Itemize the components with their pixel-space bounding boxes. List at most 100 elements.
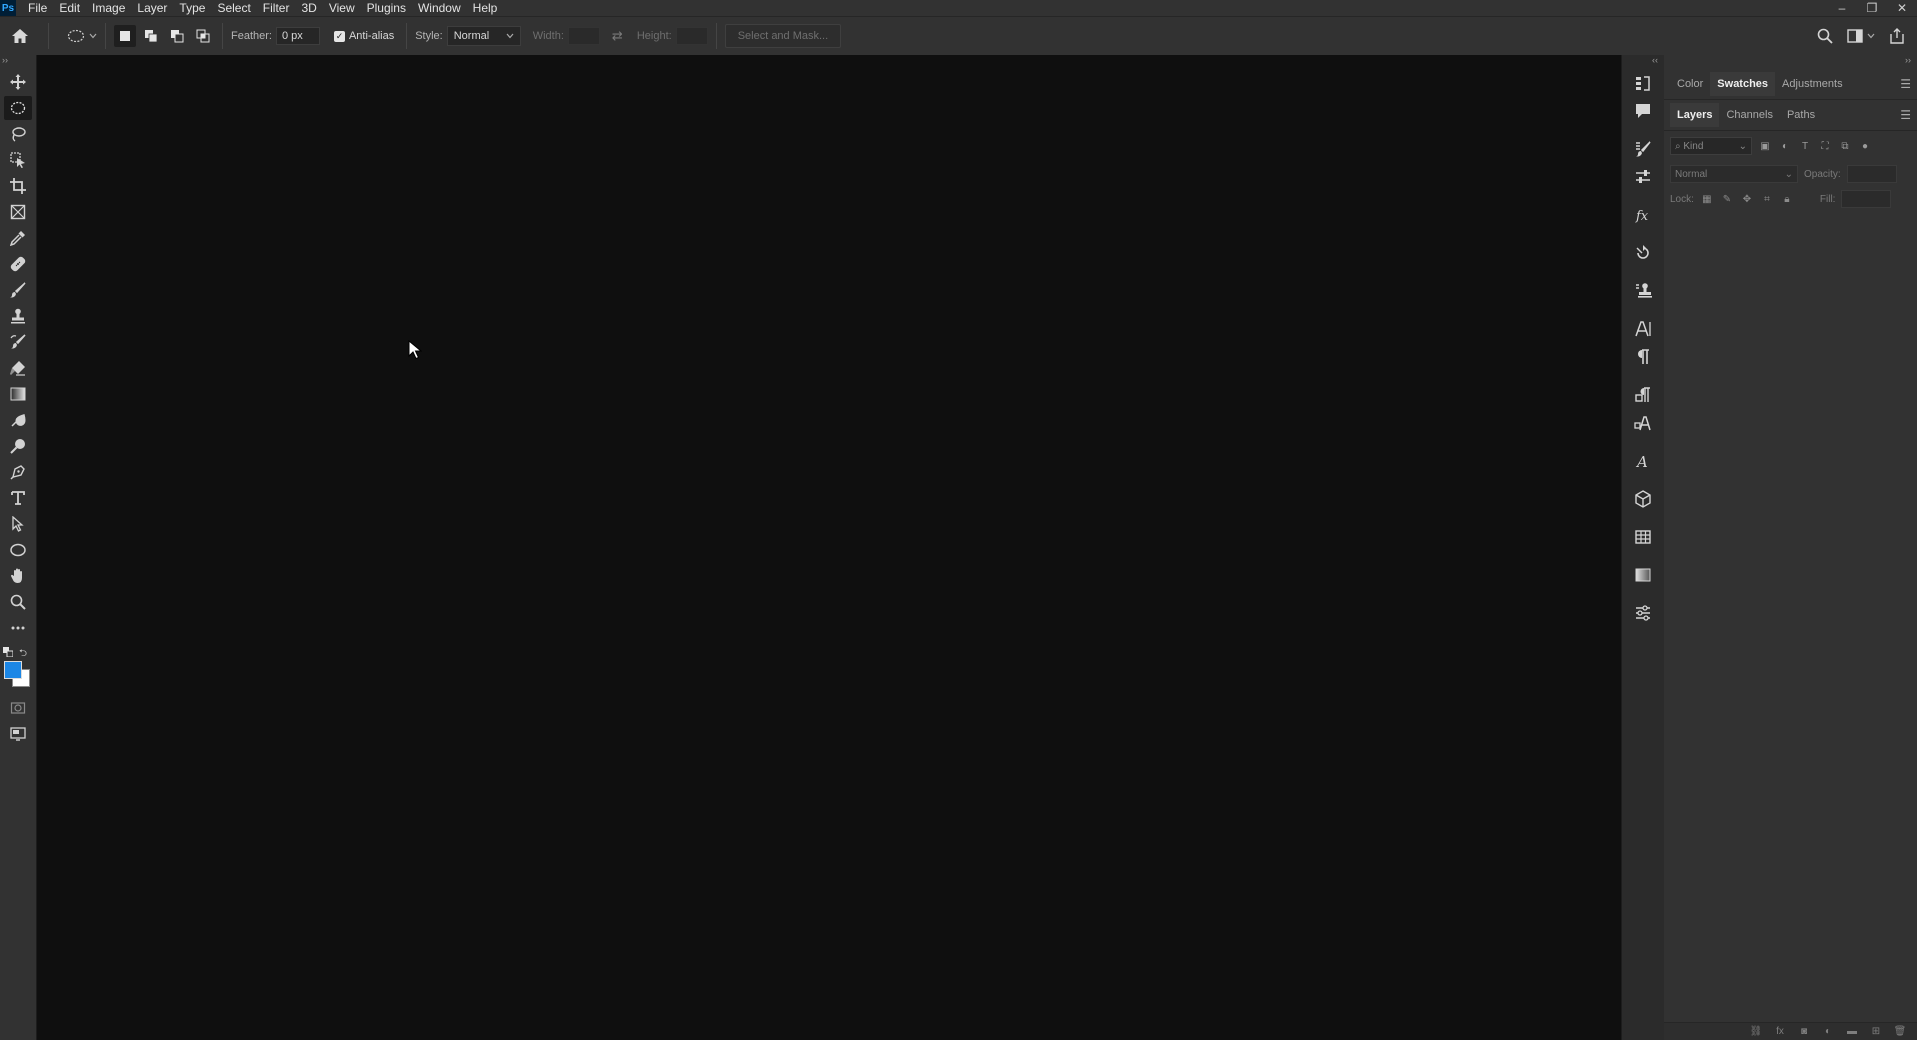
workspace-switcher[interactable] [1847,29,1875,43]
quick-mask-button[interactable] [0,695,36,721]
filter-pixel-icon[interactable]: ▣ [1758,139,1772,153]
tab-paths[interactable]: Paths [1780,103,1822,127]
new-group-icon[interactable]: ▬ [1845,1026,1859,1038]
dodge-tool[interactable] [0,433,36,459]
blur-tool[interactable] [0,407,36,433]
gradients-panel-button[interactable] [1622,561,1664,589]
filter-smart-object-icon[interactable]: ⧉ [1838,139,1852,153]
panel-menu-icon[interactable]: ☰ [1900,77,1911,91]
close-button[interactable]: ✕ [1887,0,1917,16]
filter-kind-select[interactable]: ⌕ Kind ⌄ [1670,137,1752,155]
minimize-button[interactable]: – [1827,0,1857,16]
lock-position-icon[interactable]: ✥ [1740,192,1754,206]
move-tool[interactable] [0,69,36,95]
type-tool[interactable] [0,485,36,511]
share-icon[interactable] [1889,28,1905,44]
menu-filter[interactable]: Filter [257,0,296,16]
home-button[interactable] [0,28,40,44]
tab-color[interactable]: Color [1670,72,1710,96]
tab-channels[interactable]: Channels [1719,103,1779,127]
width-input[interactable] [567,27,600,45]
select-and-mask-button[interactable]: Select and Mask... [724,24,842,48]
lock-all-icon[interactable]: 🔒︎ [1780,192,1794,206]
intersect-selection-button[interactable] [192,25,214,47]
path-selection-tool[interactable] [0,511,36,537]
new-selection-button[interactable] [114,25,136,47]
eraser-tool[interactable] [0,355,36,381]
feather-input[interactable] [275,27,320,45]
filter-adjustment-icon[interactable]: ◐ [1778,139,1792,153]
tab-adjustments[interactable]: Adjustments [1775,72,1850,96]
tab-swatches[interactable]: Swatches [1710,72,1776,96]
timeline-panel-button[interactable] [1622,523,1664,551]
filter-toggle-icon[interactable]: ● [1858,139,1872,153]
spot-healing-tool[interactable] [0,251,36,277]
swap-dimensions-icon[interactable]: ⇄ [612,28,623,44]
tab-layers[interactable]: Layers [1670,103,1720,127]
default-colors-icon[interactable] [3,647,13,657]
menu-plugins[interactable]: Plugins [361,0,412,16]
styles-panel-button[interactable]: fx [1622,201,1664,229]
menu-image[interactable]: Image [86,0,131,16]
paragraph-styles-panel-button[interactable] [1622,381,1664,409]
lock-image-icon[interactable]: ✎ [1720,192,1734,206]
clone-source-panel-button[interactable] [1622,277,1664,305]
menu-3d[interactable]: 3D [295,0,322,16]
frame-tool[interactable] [0,199,36,225]
character-panel-button[interactable] [1622,315,1664,343]
collapse-dock-icon[interactable]: ‹‹ [1622,55,1664,69]
document-canvas-area[interactable] [37,55,1621,1040]
restore-button[interactable]: ❐ [1857,0,1887,16]
style-select[interactable]: Normal [446,26,521,46]
lasso-tool[interactable] [0,121,36,147]
screen-mode-button[interactable] [0,721,36,747]
menu-select[interactable]: Select [211,0,256,16]
delete-layer-icon[interactable]: 🗑︎ [1893,1026,1907,1038]
glyphs-panel-button[interactable]: A [1622,447,1664,475]
opacity-input[interactable] [1846,165,1897,183]
history-brush-tool[interactable] [0,329,36,355]
3d-panel-button[interactable] [1622,485,1664,513]
filter-type-icon[interactable]: T [1798,139,1812,153]
menu-help[interactable]: Help [467,0,504,16]
adjustment-layer-icon[interactable]: ◐ [1821,1026,1835,1038]
paragraph-panel-button[interactable] [1622,343,1664,371]
foreground-color-swatch[interactable] [4,661,22,679]
history-panel-button[interactable] [1622,69,1664,97]
collapse-toolbar-icon[interactable]: ›› [0,55,36,69]
filter-shape-icon[interactable]: ⛶ [1818,139,1832,153]
ellipse-tool[interactable] [0,537,36,563]
height-input[interactable] [675,27,708,45]
clone-stamp-tool[interactable] [0,303,36,329]
elliptical-marquee-tool[interactable] [0,95,36,121]
gradient-tool[interactable] [0,381,36,407]
eyedropper-tool[interactable] [0,225,36,251]
menu-type[interactable]: Type [173,0,211,16]
actions-panel-button[interactable] [1622,239,1664,267]
add-selection-button[interactable] [140,25,162,47]
hand-tool[interactable] [0,563,36,589]
lock-artboard-icon[interactable]: ⌗ [1760,192,1774,206]
lock-transparent-icon[interactable]: ▦ [1700,192,1714,206]
comments-panel-button[interactable] [1622,97,1664,125]
link-layers-icon[interactable]: ⛓ [1749,1026,1763,1038]
collapse-panels-icon[interactable]: ›› [1664,55,1917,69]
panel-menu-icon[interactable]: ☰ [1900,108,1911,122]
crop-tool[interactable] [0,173,36,199]
properties-panel-button[interactable] [1622,163,1664,191]
brush-tool[interactable] [0,277,36,303]
anti-alias-checkbox[interactable]: ✓ [333,30,345,42]
add-mask-icon[interactable]: ◙ [1797,1026,1811,1038]
object-selection-tool[interactable] [0,147,36,173]
character-styles-panel-button[interactable] [1622,409,1664,437]
pen-tool[interactable] [0,459,36,485]
menu-layer[interactable]: Layer [131,0,173,16]
subtract-selection-button[interactable] [166,25,188,47]
brush-settings-panel-button[interactable] [1622,135,1664,163]
edit-toolbar-button[interactable] [0,615,36,641]
zoom-tool[interactable] [0,589,36,615]
adjustment-presets-panel-button[interactable] [1622,599,1664,627]
menu-file[interactable]: File [22,0,53,16]
search-icon[interactable] [1817,28,1833,44]
fill-input[interactable] [1841,190,1892,208]
